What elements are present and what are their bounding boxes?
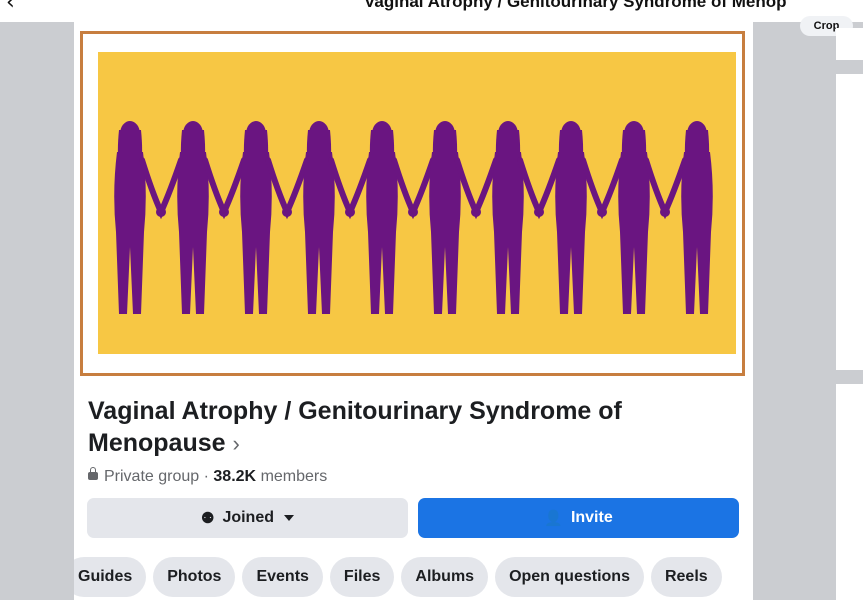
- top-bar: ‹ Vaginal Atrophy / Genitourinary Syndro…: [0, 0, 863, 22]
- silhouette-hands: [219, 207, 229, 217]
- group-header-card: Vaginal Atrophy / Genitourinary Syndrome…: [74, 22, 753, 600]
- group-icon: ⚉: [200, 510, 215, 527]
- silhouette-hands: [471, 207, 481, 217]
- tab-events[interactable]: Events: [242, 557, 323, 597]
- cover-photo[interactable]: [80, 31, 745, 376]
- right-panel-card: [836, 28, 863, 60]
- silhouette-hands: [534, 207, 544, 217]
- group-name[interactable]: Vaginal Atrophy / Genitourinary Syndrome…: [88, 397, 622, 457]
- silhouette-hands: [156, 207, 166, 217]
- page-title: Vaginal Atrophy / Genitourinary Syndrome…: [364, 0, 787, 11]
- tab-albums[interactable]: Albums: [401, 557, 489, 597]
- cover-illustration: [98, 52, 736, 354]
- tab-open-questions[interactable]: Open questions: [495, 557, 644, 597]
- joined-button[interactable]: ⚉ Joined: [87, 498, 408, 538]
- right-panel-card: [836, 384, 863, 600]
- tab-photos[interactable]: Photos: [153, 557, 236, 597]
- silhouette-hands: [660, 207, 670, 217]
- tab-guides[interactable]: Guides: [74, 557, 147, 597]
- tab-reels[interactable]: Reels: [650, 557, 722, 597]
- invite-button[interactable]: 👤 Invite: [418, 498, 739, 538]
- members-label: members: [260, 468, 328, 485]
- right-panel-card: [836, 74, 863, 370]
- lock-icon: [88, 467, 98, 480]
- silhouette-hands: [408, 207, 418, 217]
- caret-down-icon: [284, 515, 294, 521]
- invite-label: Invite: [570, 509, 613, 526]
- silhouette-hands: [282, 207, 292, 217]
- chevron-right-icon[interactable]: ›: [232, 431, 239, 456]
- tab-files[interactable]: Files: [329, 557, 395, 597]
- member-count[interactable]: 38.2K: [213, 468, 256, 485]
- back-chevron-icon[interactable]: ‹: [6, 0, 15, 15]
- group-title[interactable]: Vaginal Atrophy / Genitourinary Syndrome…: [88, 395, 688, 460]
- silhouette-hands: [597, 207, 607, 217]
- meta-separator: ·: [203, 468, 209, 485]
- joined-label: Joined: [222, 509, 274, 526]
- privacy-label: Private group: [104, 468, 200, 485]
- group-meta: Private group · 38.2K members: [88, 467, 328, 486]
- silhouette-hands: [345, 207, 355, 217]
- group-tabs: Guides Photos Events Files Albums Open questi…: [74, 557, 729, 597]
- add-person-icon: 👤: [544, 510, 563, 527]
